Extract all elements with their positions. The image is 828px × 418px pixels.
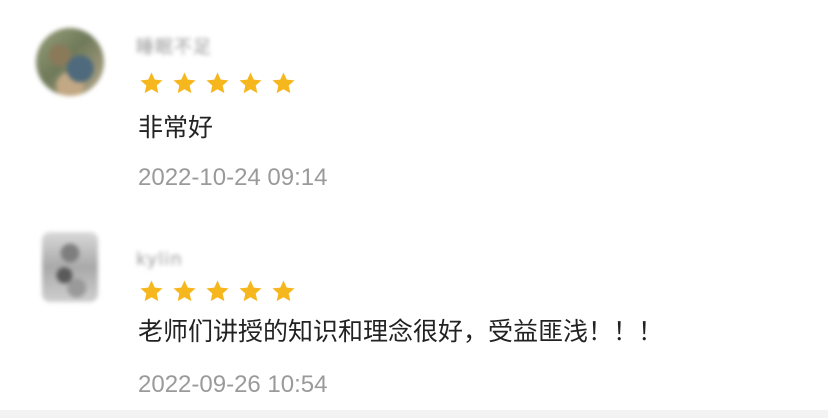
- star-icon: [138, 70, 165, 97]
- star-icon: [237, 278, 264, 305]
- star-icon: [138, 278, 165, 305]
- review-timestamp: 2022-10-24 09:14: [138, 164, 328, 191]
- star-icon: [171, 70, 198, 97]
- review-content: 老师们讲授的知识和理念很好，受益匪浅！！！: [138, 317, 664, 346]
- star-icon: [237, 70, 264, 97]
- review-timestamp: 2022-09-26 10:54: [138, 371, 328, 398]
- star-icon: [204, 70, 231, 97]
- review-list: 睡眠不足 非常好 2022-10-24 09:14 kylin 老师们讲授的知识…: [0, 0, 828, 418]
- star-icon: [270, 70, 297, 97]
- divider: [0, 410, 828, 418]
- review-content: 非常好: [138, 113, 214, 142]
- star-icon: [204, 278, 231, 305]
- star-icon: [171, 278, 198, 305]
- rating-stars: [138, 70, 297, 98]
- reviewer-name[interactable]: 睡眠不足: [136, 36, 212, 60]
- star-icon: [270, 278, 297, 305]
- user-avatar[interactable]: [36, 28, 104, 96]
- user-avatar[interactable]: [42, 232, 98, 302]
- rating-stars: [138, 278, 297, 306]
- reviewer-name[interactable]: kylin: [136, 248, 183, 272]
